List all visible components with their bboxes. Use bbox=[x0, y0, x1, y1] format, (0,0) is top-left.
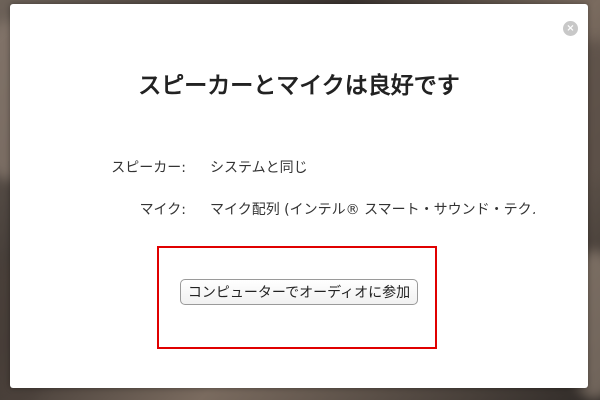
speaker-value: システムと同じ bbox=[210, 160, 308, 176]
microphone-value: マイク配列 (インテル® スマート・サウンド・テクノロジ bbox=[210, 202, 535, 218]
audio-test-dialog: × スピーカーとマイクは良好です スピーカー: システムと同じ マイク: マイク… bbox=[10, 4, 588, 388]
video-background: × スピーカーとマイクは良好です スピーカー: システムと同じ マイク: マイク… bbox=[0, 0, 600, 400]
speaker-row: スピーカー: システムと同じ bbox=[10, 157, 588, 177]
speaker-label: スピーカー: bbox=[111, 160, 186, 176]
microphone-label: マイク: bbox=[139, 202, 186, 218]
close-icon[interactable]: × bbox=[563, 21, 578, 36]
microphone-row: マイク: マイク配列 (インテル® スマート・サウンド・テクノロジ bbox=[10, 199, 588, 219]
join-with-computer-audio-button[interactable]: コンピューターでオーディオに参加 bbox=[180, 279, 418, 305]
dialog-title: スピーカーとマイクは良好です bbox=[138, 73, 460, 99]
